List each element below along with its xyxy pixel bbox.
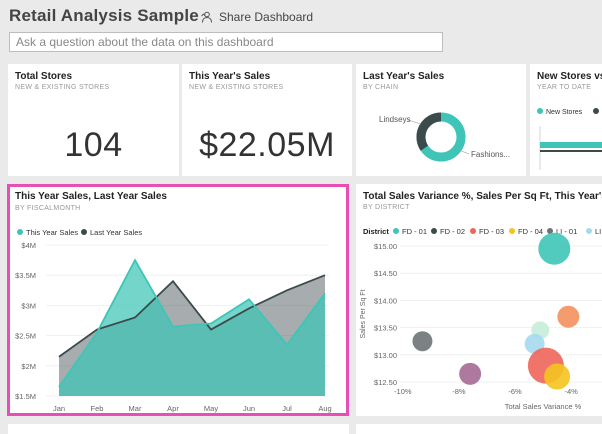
tile-subtitle: NEW & EXISTING STORES [15, 84, 110, 91]
bar-new-stores [540, 142, 602, 148]
scatter-point [544, 363, 571, 390]
x-tick-label: Jul [282, 404, 292, 413]
legend-label: This Year Sales [26, 228, 78, 237]
x-tick-label: Apr [167, 404, 179, 413]
y-tick-label: $13.50 [374, 324, 397, 333]
donut-chart: Lindseys Fashions... [379, 112, 510, 162]
donut-leader-line [458, 149, 470, 155]
legend-label: FD - 03 [479, 227, 504, 236]
legend-label: LI [595, 227, 601, 236]
qa-input[interactable] [9, 32, 443, 52]
tile-last-years-sales[interactable]: Last Year's Sales BY CHAIN Lindseys Fash… [356, 64, 526, 176]
y-tick-label: $4M [21, 241, 36, 250]
dashboard-header: Retail Analysis Sample Share Dashboard [0, 0, 602, 60]
y-tick-label: $3M [21, 301, 36, 310]
y-tick-label: $3.5M [15, 271, 36, 280]
legend-marker [509, 228, 515, 234]
y-tick-label: $14.50 [374, 269, 397, 278]
kpi-value: 104 [64, 126, 123, 164]
share-dashboard-button[interactable]: Share Dashboard [200, 10, 313, 24]
x-tick-label: Aug [318, 404, 331, 413]
y-tick-label: $12.50 [374, 378, 397, 387]
legend-label: Last Year Sales [90, 228, 142, 237]
scatter-point [412, 331, 433, 352]
y-tick-label: $14.00 [374, 296, 397, 305]
tile-total-stores[interactable]: Total Stores NEW & EXISTING STORES 104 [8, 64, 179, 176]
new-stores-chart: New Stores [537, 108, 602, 170]
tile-new-stores[interactable]: New Stores vs. L YEAR TO DATE New Stores [530, 64, 602, 176]
legend-marker-other [593, 108, 599, 114]
legend-label: FD - 04 [518, 227, 543, 236]
legend-label: FD - 01 [402, 227, 427, 236]
x-tick-label: Mar [129, 404, 142, 413]
y-tick-label: $1.5M [15, 392, 36, 401]
legend-marker-new-stores [537, 108, 543, 114]
x-tick-label: -6% [508, 387, 522, 396]
y-tick-label: $2M [21, 362, 36, 371]
legend-label: FD - 02 [440, 227, 465, 236]
y-tick-label: $15.00 [374, 242, 397, 251]
x-tick-label: -10% [394, 387, 412, 396]
legend-marker [393, 228, 399, 234]
y-tick-label: $13.00 [374, 351, 397, 360]
donut-slice-lindseys [416, 112, 442, 151]
tile-title: Total Stores [15, 71, 73, 82]
tile-subtitle: NEW & EXISTING STORES [189, 84, 284, 91]
kpi-value: $22.05M [199, 126, 335, 164]
legend-marker [586, 228, 592, 234]
y-tick-label: $2.5M [15, 332, 36, 341]
share-dashboard-label: Share Dashboard [219, 10, 314, 24]
area-chart: This Year Sales Last Year Sales $1.5M $2M $2… [15, 228, 332, 413]
legend-marker [470, 228, 476, 234]
bar-other [540, 150, 602, 152]
legend-marker [431, 228, 437, 234]
x-tick-label: Jun [243, 404, 255, 413]
x-tick-label: May [204, 404, 218, 413]
x-tick-label: Jan [53, 404, 65, 413]
legend-marker [17, 229, 23, 235]
tile-bottom-left[interactable] [8, 424, 349, 434]
legend-label-new-stores: New Stores [546, 109, 583, 116]
share-icon [201, 11, 212, 23]
dashboard-title: Retail Analysis Sample [9, 6, 199, 25]
x-tick-label: -4% [564, 387, 578, 396]
tile-area-chart[interactable]: This Year Sales, Last Year Sales BY FISC… [7, 184, 349, 416]
scatter-chart: District FD - 01 FD - 02 FD - 03 FD - 04 LI -… [360, 227, 602, 411]
tile-this-years-sales[interactable]: This Year's Sales NEW & EXISTING STORES … [182, 64, 352, 176]
x-axis-title: Total Sales Variance % [505, 402, 582, 411]
donut-label-fashions: Fashions... [471, 150, 510, 159]
scatter-point [459, 362, 482, 385]
donut-label-lindseys: Lindseys [379, 115, 411, 124]
legend-title: District [363, 227, 389, 236]
scatter-point [538, 232, 571, 265]
tile-scatter-chart[interactable]: Total Sales Variance %, Sales Per Sq Ft,… [356, 184, 602, 416]
tile-bottom-right[interactable] [356, 424, 602, 434]
x-tick-label: -8% [452, 387, 466, 396]
y-axis-title: Sales Per Sq Ft [360, 289, 367, 338]
x-tick-label: Feb [91, 404, 104, 413]
legend-marker [81, 229, 87, 235]
tile-title: This Year's Sales [189, 71, 271, 82]
scatter-point [557, 305, 580, 328]
